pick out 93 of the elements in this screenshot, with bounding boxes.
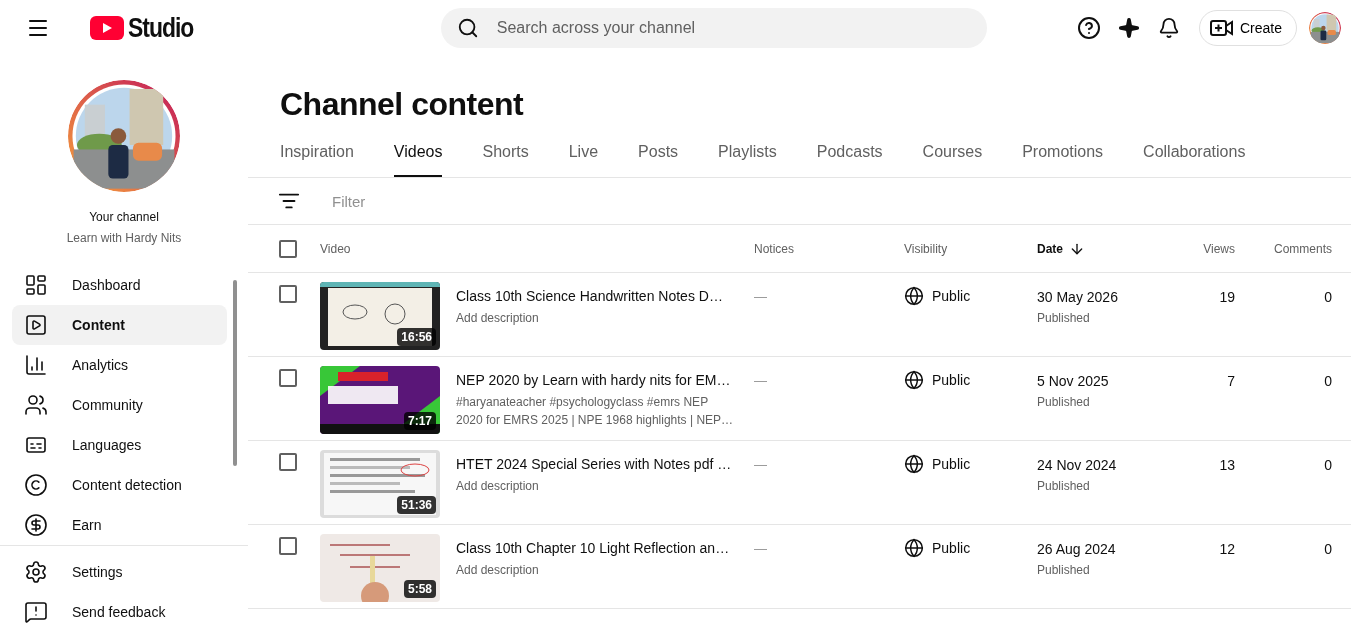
- date-cell-text: 30 May 2026: [1037, 289, 1119, 305]
- feedback-icon: [24, 600, 48, 624]
- chart-icon: [24, 353, 48, 377]
- video-thumbnail[interactable]: 51:36: [320, 450, 440, 518]
- channel-label: Your channel: [89, 210, 159, 224]
- checkbox[interactable]: [279, 239, 297, 258]
- sidebar-item[interactable]: Send feedback: [12, 592, 227, 632]
- page-title: Channel content: [280, 86, 525, 123]
- dashboard-icon: [24, 273, 48, 297]
- video-title[interactable]: Class 10th Science Handwritten Notes D…: [456, 288, 736, 304]
- tab[interactable]: Collaborations: [1143, 143, 1246, 177]
- create-button[interactable]: Create: [1198, 10, 1297, 46]
- channel-name: Learn with Hardy Nits: [66, 231, 182, 245]
- visibility-cell: Public: [932, 540, 971, 556]
- comments-cell-text: 0: [1323, 456, 1332, 473]
- video-description: #haryanateacher #psychologyclass #emrs NEP 2020 for EMRS 2025 | NPE 1968 highlights | NEP…: [456, 394, 735, 429]
- tab[interactable]: Shorts: [482, 143, 529, 177]
- date-cell-text: 24 Nov 2024: [1037, 457, 1118, 473]
- video-description: Add description: [456, 310, 540, 327]
- tab[interactable]: Courses: [922, 143, 983, 177]
- video-thumbnail[interactable]: 7:17: [320, 366, 440, 434]
- video-description: Add description: [456, 478, 540, 495]
- tab[interactable]: Playlists: [718, 143, 777, 177]
- duration-badge: 5:58: [403, 580, 436, 598]
- notices-cell-text: —: [754, 288, 768, 304]
- sidebar-item[interactable]: Analytics: [12, 345, 227, 385]
- views-cell-text: 12: [1218, 540, 1235, 557]
- sidebar-item[interactable]: Dashboard: [12, 265, 227, 305]
- comments-cell-text: 0: [1323, 540, 1332, 557]
- play-icon: [24, 313, 48, 337]
- tab[interactable]: Podcasts: [816, 143, 883, 177]
- notices-cell-text: —: [754, 372, 768, 388]
- search-icon: [456, 17, 479, 39]
- tab[interactable]: Posts: [638, 143, 679, 177]
- views-cell-text: 19: [1218, 288, 1235, 305]
- video-title[interactable]: HTET 2024 Special Series with Notes pdf …: [456, 456, 736, 472]
- sidebar-item[interactable]: Content: [12, 305, 227, 345]
- video-thumbnail[interactable]: 16:56: [320, 282, 440, 350]
- video-title[interactable]: Class 10th Chapter 10 Light Reflection an…: [456, 540, 736, 556]
- status-text: Published: [1037, 395, 1091, 409]
- duration-badge: 16:56: [397, 328, 436, 346]
- duration-badge: 7:17: [403, 412, 436, 430]
- play-logo-icon: [90, 16, 124, 40]
- scrollbar[interactable]: [233, 280, 237, 466]
- settings-icon: [24, 560, 48, 584]
- date-cell-text: 5 Nov 2025: [1037, 373, 1110, 389]
- video-title[interactable]: NEP 2020 by Learn with hardy nits for EM…: [456, 372, 736, 388]
- copyright-icon: [24, 473, 48, 497]
- tab[interactable]: Promotions: [1022, 143, 1104, 177]
- column-header[interactable]: Date: [1037, 240, 1187, 257]
- video-plus-icon: [1209, 19, 1234, 37]
- video-thumbnail[interactable]: 5:58: [320, 534, 440, 602]
- globe-icon: [904, 454, 924, 474]
- column-header[interactable]: Views: [1187, 241, 1235, 256]
- tab[interactable]: Live: [568, 143, 599, 177]
- visibility-cell: Public: [932, 288, 971, 304]
- visibility-cell: Public: [932, 456, 971, 472]
- status-text: Published: [1037, 311, 1091, 325]
- search-field[interactable]: Search across your channel: [440, 8, 987, 48]
- dollar-icon: [24, 513, 48, 537]
- sidebar-item[interactable]: Languages: [12, 425, 227, 465]
- tab[interactable]: Inspiration: [280, 143, 354, 177]
- people-icon: [24, 393, 48, 417]
- studio-logo[interactable]: Studio: [90, 12, 205, 44]
- views-cell-text: 13: [1218, 456, 1235, 473]
- column-header[interactable]: Video: [320, 241, 754, 256]
- visibility-cell: Public: [932, 372, 971, 388]
- comments-cell-text: 0: [1323, 372, 1332, 389]
- sidebar-item[interactable]: Earn: [12, 505, 227, 545]
- date-cell-text: 26 Aug 2024: [1037, 541, 1117, 557]
- column-header[interactable]: Comments: [1235, 241, 1332, 256]
- status-text: Published: [1037, 563, 1091, 577]
- checkbox[interactable]: [279, 537, 297, 555]
- status-text: Published: [1037, 479, 1091, 493]
- column-header[interactable]: Visibility: [904, 241, 1037, 256]
- globe-icon: [904, 286, 924, 306]
- duration-badge: 51:36: [397, 496, 436, 514]
- notices-cell-text: —: [754, 540, 768, 556]
- video-description: Add description: [456, 562, 540, 579]
- globe-icon: [904, 538, 924, 558]
- checkbox[interactable]: [279, 453, 297, 471]
- sidebar-item[interactable]: Community: [12, 385, 227, 425]
- notices-cell-text: —: [754, 456, 768, 472]
- sidebar-item[interactable]: Settings: [12, 552, 227, 592]
- checkbox[interactable]: [279, 285, 297, 303]
- comments-cell-text: 0: [1323, 288, 1332, 305]
- logo-text: Studio: [128, 12, 194, 44]
- tab[interactable]: Videos: [393, 143, 443, 177]
- column-header[interactable]: Notices: [754, 241, 904, 256]
- views-cell-text: 7: [1226, 372, 1235, 389]
- checkbox[interactable]: [279, 369, 297, 387]
- globe-icon: [904, 370, 924, 390]
- sidebar-item[interactable]: Content detection: [12, 465, 227, 505]
